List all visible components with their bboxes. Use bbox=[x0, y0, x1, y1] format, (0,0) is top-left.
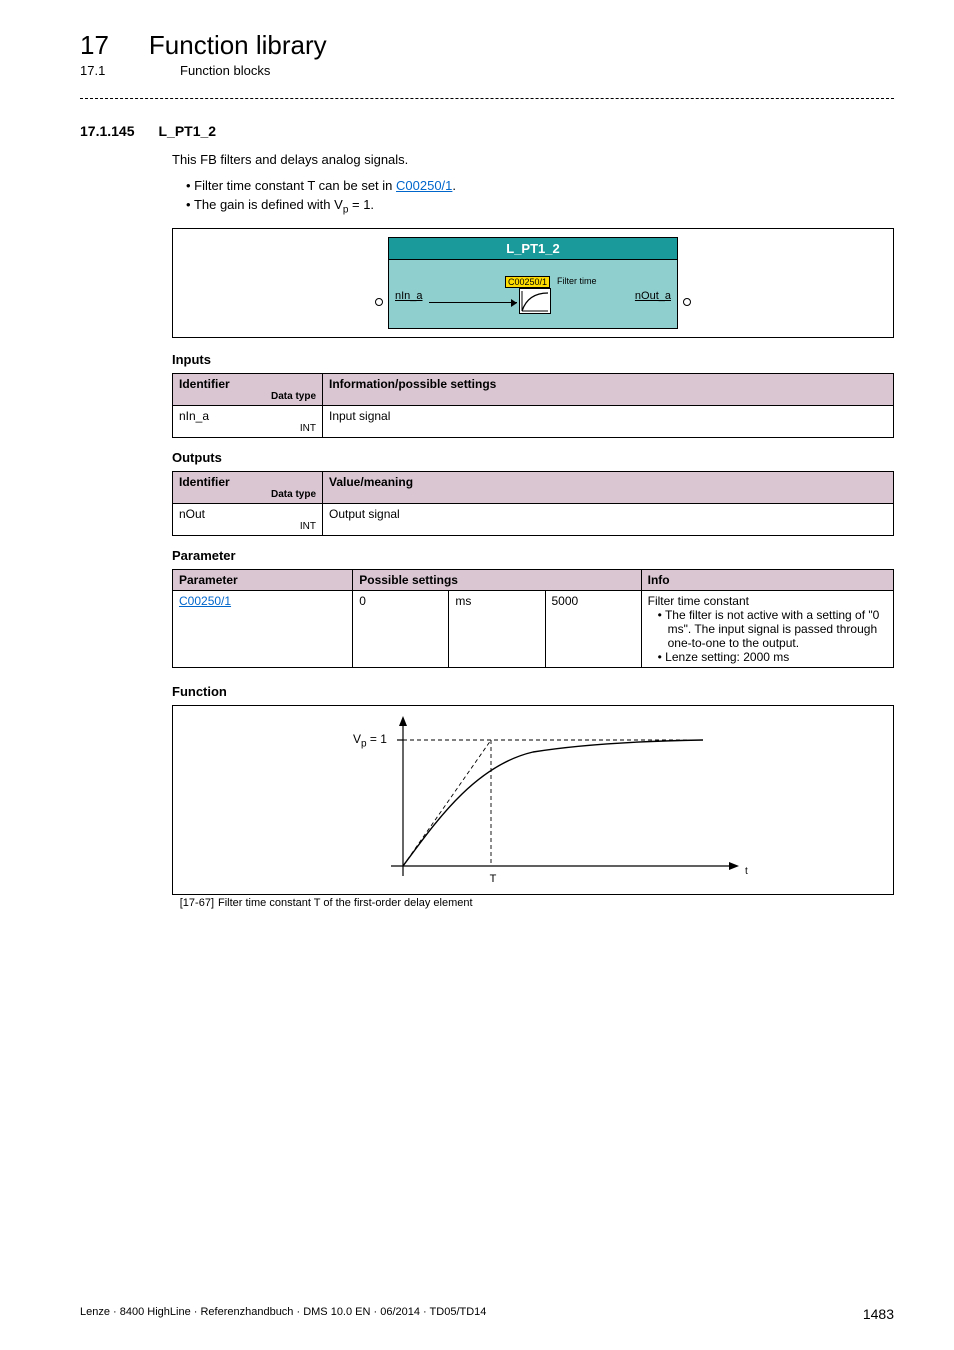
outputs-col-identifier: Identifier bbox=[179, 475, 316, 489]
param-link-c00250[interactable]: C00250/1 bbox=[396, 178, 452, 193]
footer-left: Lenze · 8400 HighLine · Referenzhandbuch… bbox=[80, 1306, 486, 1322]
function-block-diagram: L_PT1_2 nIn_a C00250/1 Filter time nOut_ bbox=[172, 228, 894, 338]
input-port-label: nIn_a bbox=[395, 290, 423, 302]
function-graph: T t Vp = 1 bbox=[172, 705, 894, 895]
param-info-bullet1: The filter is not active with a setting … bbox=[658, 608, 887, 650]
output-port-label: nOut_a bbox=[635, 290, 671, 302]
t-cap-label: T bbox=[490, 873, 497, 885]
subchapter-number: 17.1 bbox=[80, 63, 140, 78]
subchapter-title: Function blocks bbox=[180, 63, 270, 78]
inputs-col-identifier: Identifier bbox=[179, 377, 316, 391]
param-col-info: Info bbox=[641, 569, 893, 590]
page-number: 1483 bbox=[863, 1306, 894, 1322]
outputs-col-info: Value/meaning bbox=[323, 471, 894, 503]
section-number: 17.1.145 bbox=[80, 123, 135, 139]
param-min: 0 bbox=[353, 590, 449, 667]
output-port-icon bbox=[683, 298, 691, 306]
bullet1-suffix: . bbox=[452, 178, 456, 193]
vp-label: Vp = 1 bbox=[353, 732, 387, 749]
bullet1-prefix: Filter time constant T can be set in bbox=[194, 178, 396, 193]
param-chip: C00250/1 bbox=[505, 276, 550, 288]
inputs-col-info: Information/possible settings bbox=[323, 373, 894, 405]
bullet2-suffix: = 1. bbox=[348, 197, 374, 212]
chapter-title: Function library bbox=[149, 30, 327, 61]
input-description: Input signal bbox=[323, 405, 894, 437]
param-max: 5000 bbox=[545, 590, 641, 667]
intro-paragraph: This FB filters and delays analog signal… bbox=[172, 151, 894, 170]
inputs-table: Identifier Data type Information/possibl… bbox=[172, 373, 894, 438]
param-col-parameter: Parameter bbox=[173, 569, 353, 590]
input-datatype: INT bbox=[179, 423, 316, 434]
inputs-col-datatype: Data type bbox=[179, 391, 316, 402]
intro-bullet-1: Filter time constant T can be set in C00… bbox=[186, 176, 894, 196]
input-port-icon bbox=[375, 298, 383, 306]
chapter-number: 17 bbox=[80, 30, 109, 61]
t-axis-label: t bbox=[745, 866, 748, 877]
signal-arrow-head-icon bbox=[511, 299, 517, 307]
param-chip-label: Filter time bbox=[557, 276, 597, 286]
filter-curve-icon bbox=[519, 288, 551, 314]
divider bbox=[80, 98, 894, 99]
input-identifier: nIn_a bbox=[179, 409, 316, 423]
output-identifier: nOut bbox=[179, 507, 316, 521]
function-heading: Function bbox=[172, 684, 894, 699]
inputs-heading: Inputs bbox=[172, 352, 894, 367]
outputs-col-datatype: Data type bbox=[179, 489, 316, 500]
parameter-heading: Parameter bbox=[172, 548, 894, 563]
bullet2-prefix: The gain is defined with V bbox=[194, 197, 343, 212]
param-link[interactable]: C00250/1 bbox=[179, 594, 231, 608]
figure-caption-text: Filter time constant T of the first-orde… bbox=[218, 897, 473, 909]
table-row: nIn_a INT Input signal bbox=[173, 405, 894, 437]
param-unit: ms bbox=[449, 590, 545, 667]
figure-caption-tag: [17-67] bbox=[172, 897, 218, 909]
output-datatype: INT bbox=[179, 521, 316, 532]
table-row: C00250/1 0 ms 5000 Filter time constant … bbox=[173, 590, 894, 667]
param-col-possible-settings: Possible settings bbox=[353, 569, 641, 590]
output-description: Output signal bbox=[323, 503, 894, 535]
fb-header: L_PT1_2 bbox=[389, 238, 677, 260]
section-title: L_PT1_2 bbox=[159, 123, 217, 139]
outputs-heading: Outputs bbox=[172, 450, 894, 465]
table-row: nOut INT Output signal bbox=[173, 503, 894, 535]
param-info-bullet2: Lenze setting: 2000 ms bbox=[658, 650, 887, 664]
parameter-table: Parameter Possible settings Info C00250/… bbox=[172, 569, 894, 668]
intro-bullet-2: The gain is defined with Vp = 1. bbox=[186, 195, 894, 218]
param-info-title: Filter time constant bbox=[648, 594, 887, 608]
outputs-table: Identifier Data type Value/meaning nOut … bbox=[172, 471, 894, 536]
signal-arrow-line bbox=[429, 302, 517, 303]
